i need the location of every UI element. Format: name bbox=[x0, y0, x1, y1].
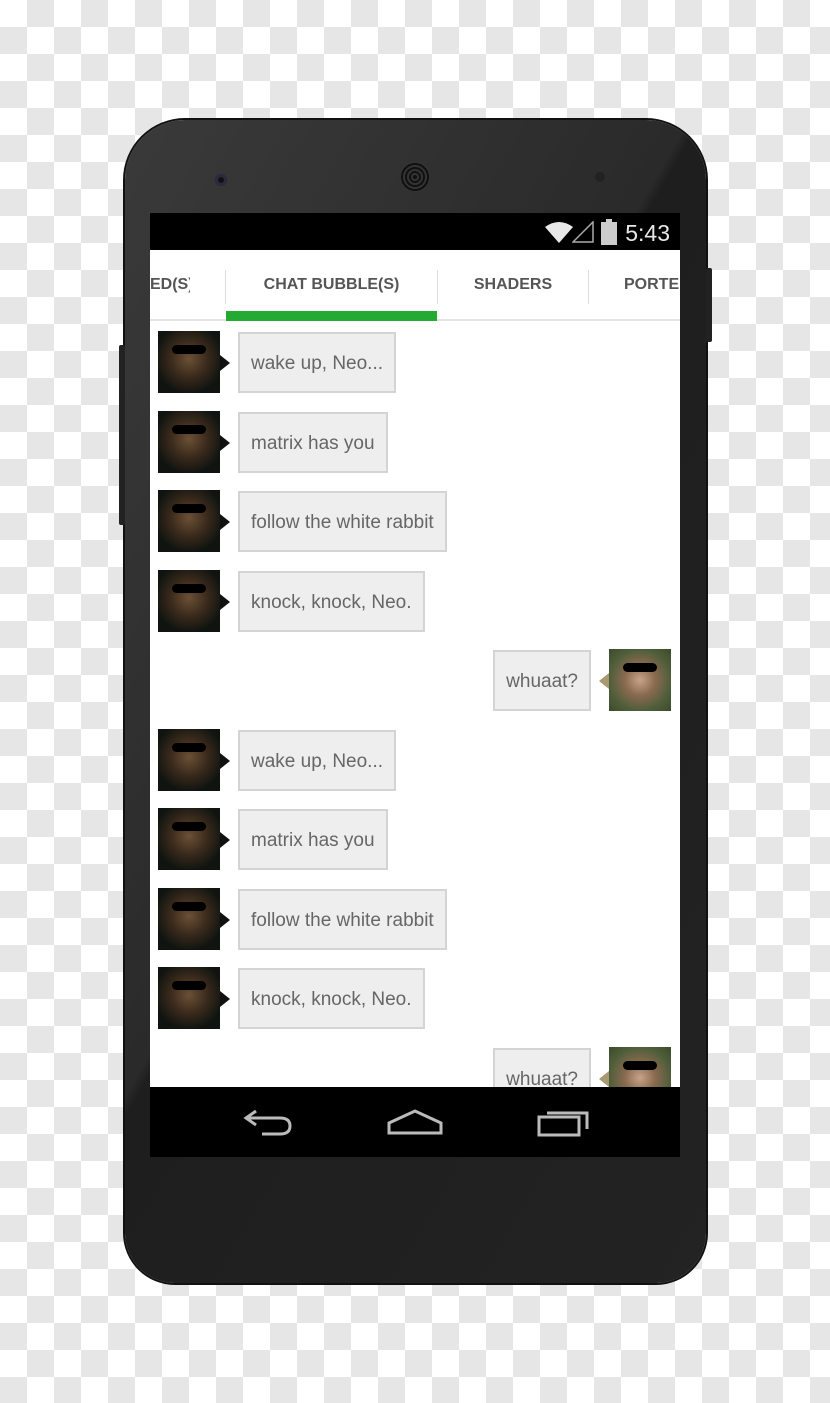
sunglasses bbox=[172, 822, 206, 831]
avatar[interactable] bbox=[158, 967, 220, 1029]
bubble-pointer bbox=[599, 673, 609, 689]
bubble-pointer bbox=[220, 832, 230, 848]
bubble-pointer bbox=[220, 991, 230, 1007]
chat-message-right: whuaat? bbox=[150, 1046, 680, 1087]
bubble-pointer bbox=[220, 355, 230, 371]
chat-message-left: matrix has you bbox=[150, 410, 680, 473]
avatar[interactable] bbox=[158, 331, 220, 393]
avatar[interactable] bbox=[158, 808, 220, 870]
earpiece-speaker bbox=[400, 162, 430, 192]
sunglasses bbox=[172, 583, 206, 593]
home-icon[interactable] bbox=[387, 1105, 443, 1139]
tab-porter[interactable]: PORTE bbox=[624, 250, 680, 320]
clock: 5:43 bbox=[625, 220, 670, 246]
chat-message-left: knock, knock, Neo. bbox=[150, 967, 680, 1029]
sunglasses bbox=[172, 901, 206, 911]
bubble-pointer bbox=[220, 593, 230, 610]
screen: 5:43 ED(S) CHAT BUBBLE(S) SHADERS PORTE … bbox=[150, 213, 680, 1157]
chat-bubble: knock, knock, Neo. bbox=[238, 968, 425, 1029]
chat-message-left: wake up, Neo... bbox=[150, 728, 680, 791]
tab-divider bbox=[588, 270, 589, 304]
chat-list[interactable]: wake up, Neo... matrix has you follow th… bbox=[150, 321, 680, 1087]
wifi-icon bbox=[545, 222, 573, 243]
avatar[interactable] bbox=[158, 728, 220, 791]
chat-bubble: knock, knock, Neo. bbox=[238, 570, 425, 632]
sensor bbox=[595, 172, 605, 182]
chat-bubble: follow the white rabbit bbox=[238, 888, 447, 950]
chat-bubble: whuaat? bbox=[493, 1047, 591, 1087]
tab-chat-bubbles[interactable]: CHAT BUBBLE(S) bbox=[226, 250, 437, 320]
tab-shaders[interactable]: SHADERS bbox=[438, 250, 588, 320]
chat-bubble: follow the white rabbit bbox=[238, 491, 447, 552]
volume-button[interactable] bbox=[119, 345, 125, 525]
chat-message-right: whuaat? bbox=[150, 649, 680, 711]
bubble-pointer bbox=[220, 434, 230, 451]
chat-bubble: matrix has you bbox=[238, 809, 388, 870]
sunglasses bbox=[172, 345, 206, 354]
navigation-bar bbox=[150, 1087, 680, 1157]
recents-icon[interactable] bbox=[537, 1105, 591, 1139]
sunglasses bbox=[172, 981, 206, 990]
bubble-pointer bbox=[220, 911, 230, 928]
chat-message-left: matrix has you bbox=[150, 808, 680, 870]
front-camera bbox=[215, 174, 227, 186]
active-tab-indicator bbox=[226, 311, 437, 321]
battery-icon bbox=[601, 219, 617, 245]
back-icon[interactable] bbox=[242, 1105, 294, 1139]
chat-message-left: knock, knock, Neo. bbox=[150, 569, 680, 632]
avatar[interactable] bbox=[158, 887, 220, 950]
avatar[interactable] bbox=[609, 649, 671, 711]
tab-embedded[interactable]: ED(S) bbox=[150, 250, 190, 320]
sunglasses bbox=[172, 742, 206, 752]
sunglasses bbox=[623, 1060, 657, 1070]
avatar[interactable] bbox=[158, 490, 220, 552]
sunglasses bbox=[172, 424, 206, 434]
avatar[interactable] bbox=[158, 410, 220, 473]
chat-message-left: follow the white rabbit bbox=[150, 887, 680, 950]
chat-bubble: wake up, Neo... bbox=[238, 729, 397, 791]
sunglasses bbox=[172, 504, 206, 513]
chat-bubble: wake up, Neo... bbox=[238, 332, 397, 393]
chat-message-left: follow the white rabbit bbox=[150, 490, 680, 552]
chat-bubble: whuaat? bbox=[493, 650, 591, 711]
bubble-pointer bbox=[220, 514, 230, 530]
tab-bar: ED(S) CHAT BUBBLE(S) SHADERS PORTE bbox=[150, 250, 680, 321]
signal-icon bbox=[572, 221, 594, 243]
power-button[interactable] bbox=[706, 268, 712, 342]
chat-message-left: wake up, Neo... bbox=[150, 331, 680, 393]
avatar[interactable] bbox=[158, 569, 220, 632]
bubble-pointer bbox=[599, 1070, 609, 1087]
avatar[interactable] bbox=[609, 1046, 671, 1087]
status-bar: 5:43 bbox=[150, 213, 680, 250]
bubble-pointer bbox=[220, 752, 230, 769]
chat-bubble: matrix has you bbox=[238, 411, 388, 473]
sunglasses bbox=[623, 663, 657, 672]
